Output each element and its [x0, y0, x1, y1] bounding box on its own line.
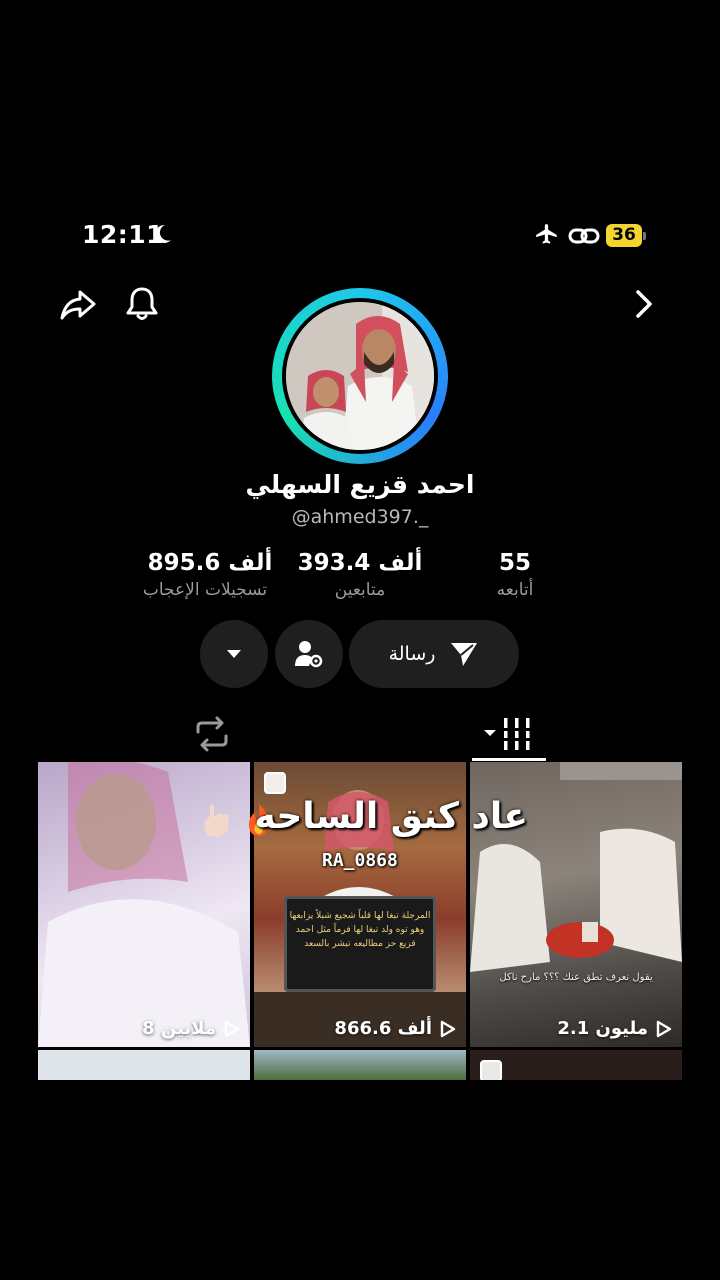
message-button[interactable]: رسالة — [349, 620, 519, 688]
video-thumbnail[interactable] — [38, 1050, 250, 1080]
link-icon — [568, 228, 600, 244]
likes-label: تسجيلات الإعجاب — [142, 580, 268, 600]
view-count: 866.6 ألف — [334, 1018, 456, 1039]
battery-indicator: 36 — [606, 224, 648, 247]
chevron-right-icon[interactable] — [624, 284, 664, 324]
more-options-button[interactable] — [200, 620, 268, 688]
chevron-down-icon — [227, 650, 241, 658]
message-label: رسالة — [388, 643, 436, 665]
video-thumbnail[interactable] — [470, 1050, 682, 1080]
moon-icon — [155, 224, 171, 243]
play-icon — [656, 1020, 672, 1037]
watermark: RA_0868 — [322, 850, 398, 871]
profile-handle: @ahmed397._ — [291, 506, 429, 528]
send-icon — [451, 643, 478, 666]
play-icon — [440, 1020, 456, 1037]
video-thumbnail[interactable] — [254, 1050, 466, 1080]
following-label[interactable]: أتابعه — [470, 580, 560, 600]
plaque: المرجلة تبغا لها قلباً شجيع شبلاً يزابعه… — [284, 896, 436, 992]
repost-icon[interactable] — [190, 712, 234, 756]
overlay-text: عاد كنق الساحه — [254, 796, 528, 837]
video-caption: يقول نعرف تطق عنك ؟؟؟ مارح ناكل — [499, 972, 653, 983]
add-friend-button[interactable] — [275, 620, 343, 688]
followers-count[interactable]: 393.4 ألف — [285, 550, 435, 576]
active-tab-indicator — [472, 758, 546, 761]
bell-icon[interactable] — [122, 283, 162, 323]
play-icon — [224, 1020, 240, 1037]
battery-level: 36 — [606, 224, 642, 247]
view-count-value: 8 ملايين — [142, 1018, 216, 1039]
airplane-icon — [536, 224, 557, 244]
overlay-caption: عاد كنق الساحه — [200, 796, 540, 856]
avatar-illustration — [286, 302, 434, 450]
followers-label[interactable]: متابعين — [285, 580, 435, 600]
likes-count: 895.6 ألف — [147, 550, 273, 576]
view-count: 8 ملايين — [142, 1018, 240, 1039]
following-count[interactable]: 55 — [470, 550, 560, 576]
view-count-value: 866.6 ألف — [334, 1018, 432, 1039]
avatar-photo — [286, 302, 434, 450]
add-friend-settings-icon — [295, 641, 323, 668]
grid-icon[interactable] — [480, 714, 538, 754]
share-icon[interactable] — [58, 284, 98, 324]
hand-emoji-icon — [204, 804, 229, 837]
view-count: 2.1 مليون — [557, 1018, 672, 1039]
pinned-icon — [480, 1060, 502, 1080]
profile-name: احمد قزيع السهلي — [245, 470, 475, 499]
view-count-value: 2.1 مليون — [557, 1018, 648, 1039]
avatar[interactable] — [282, 298, 438, 454]
